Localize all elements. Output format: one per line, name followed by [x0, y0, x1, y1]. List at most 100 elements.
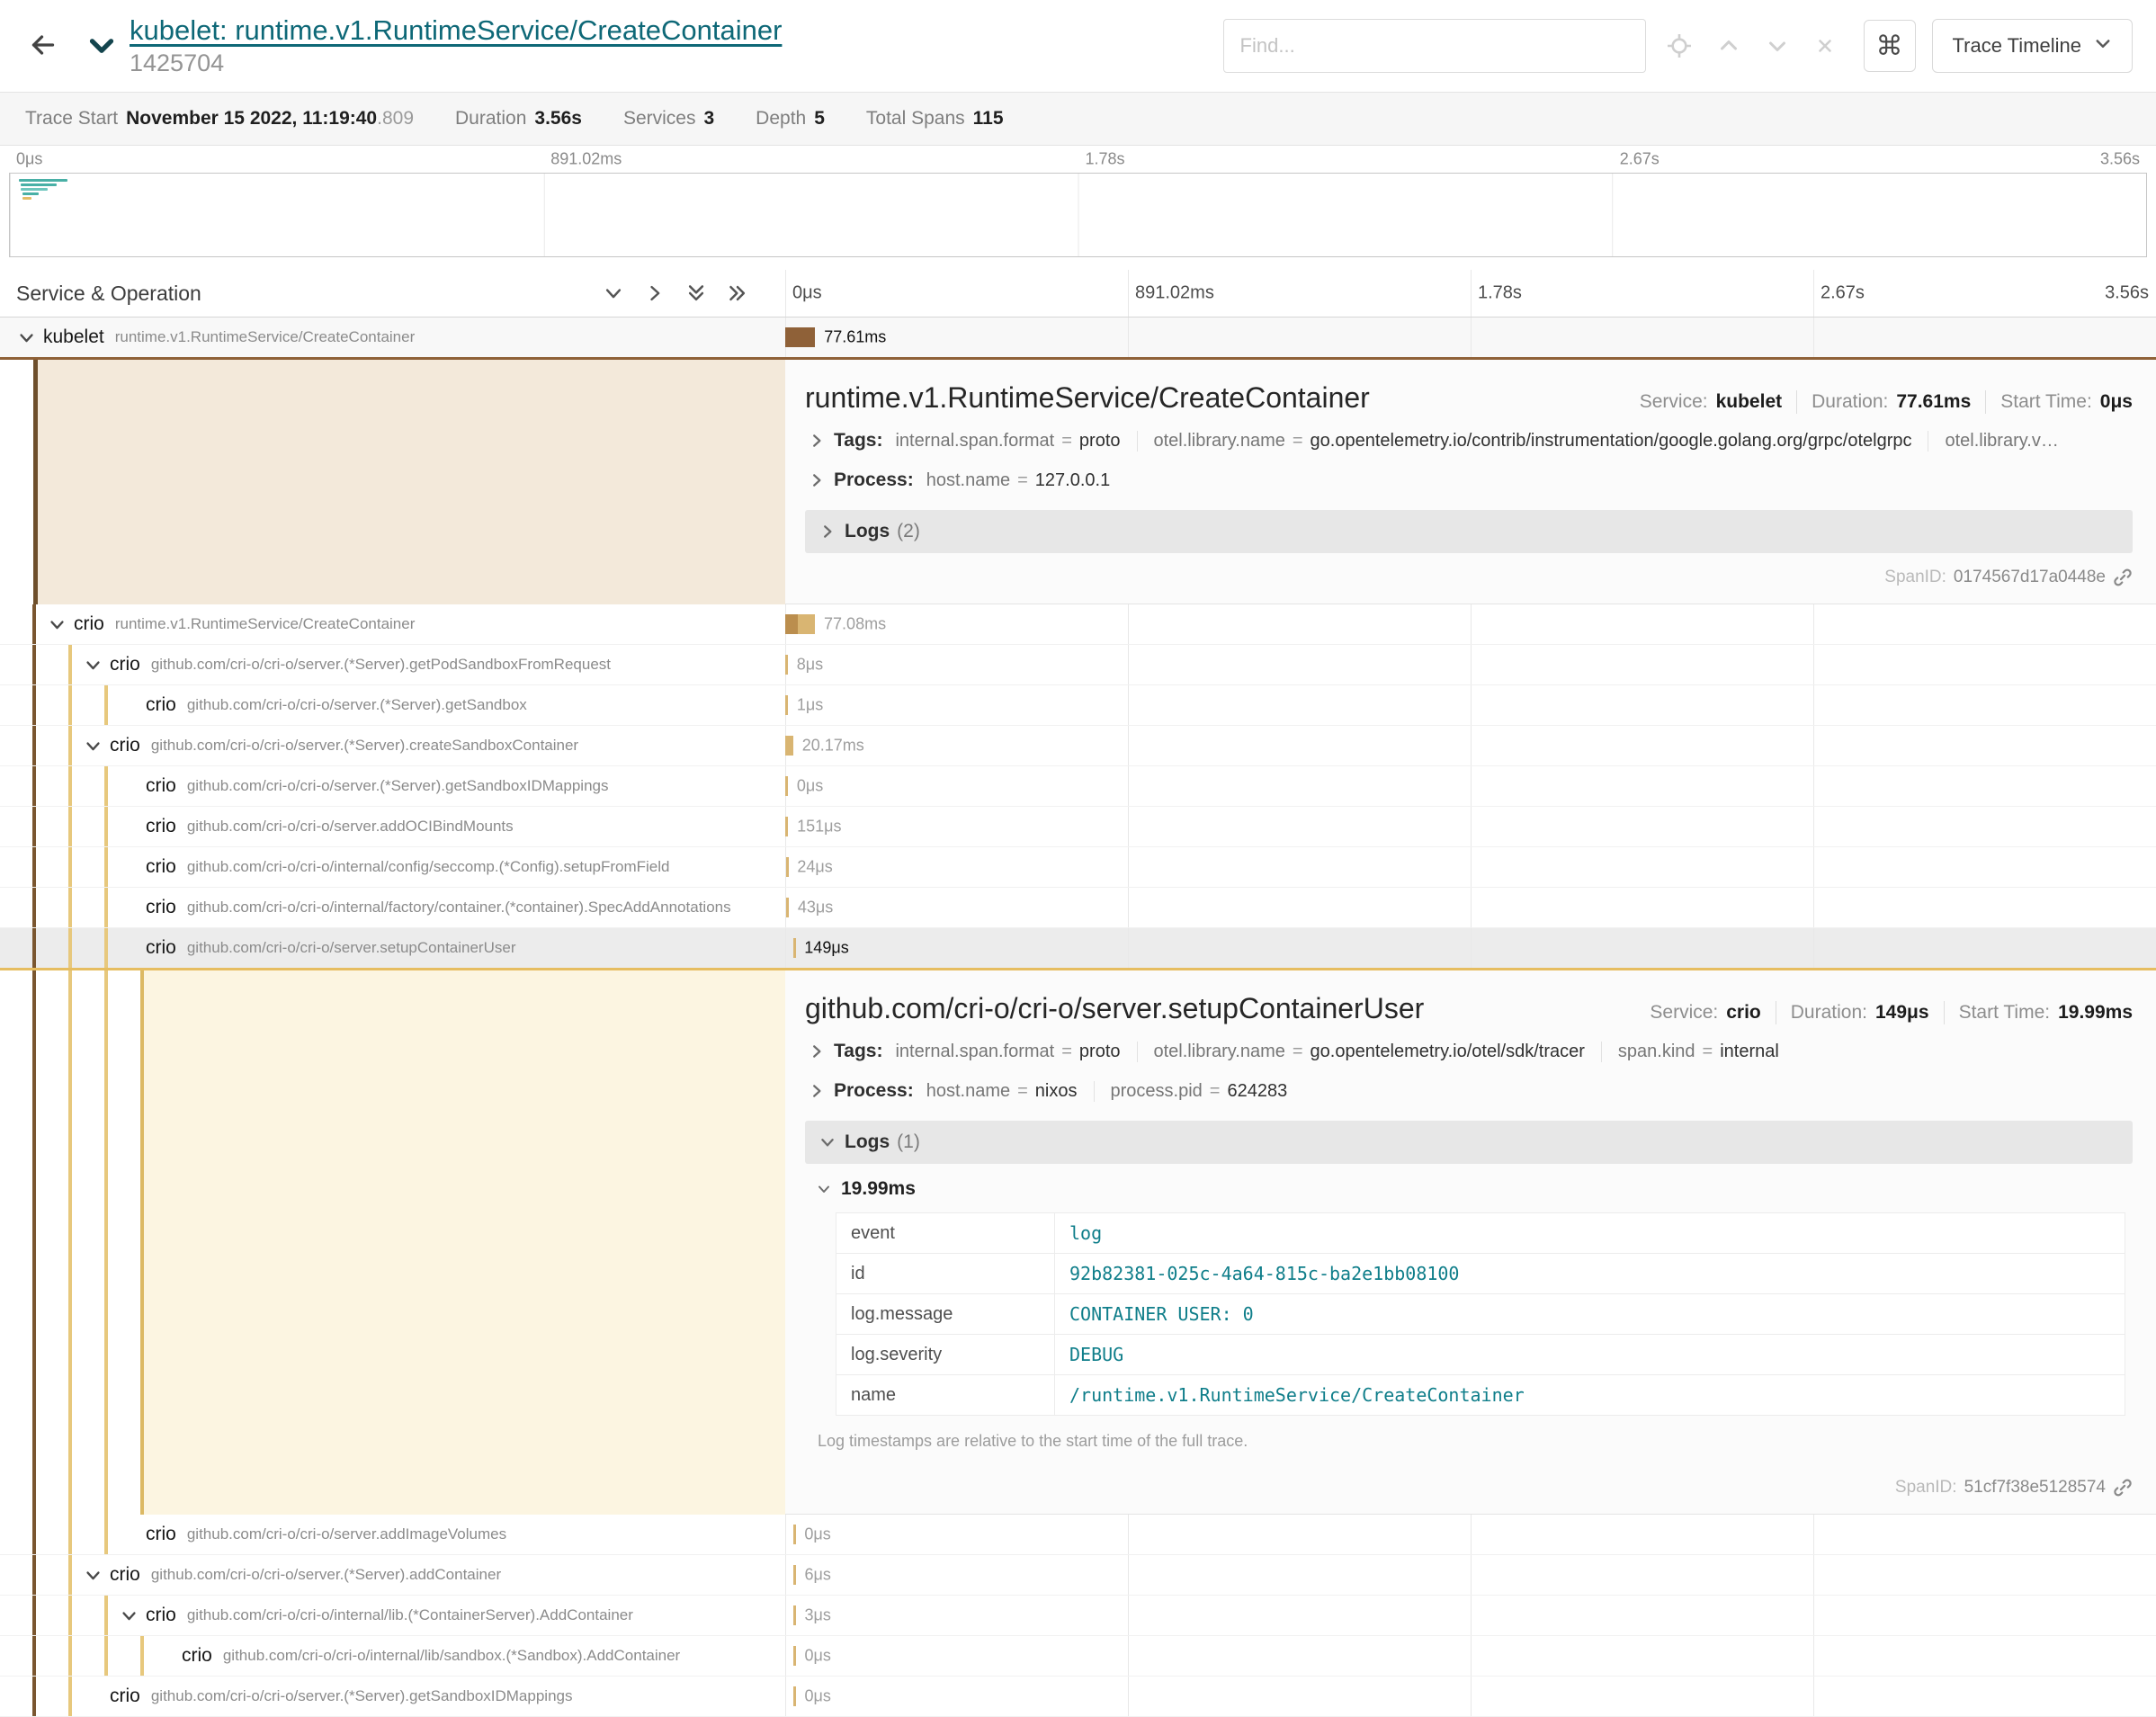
back-button[interactable]	[23, 25, 63, 67]
span-expand-chevron-down-icon[interactable]	[113, 1607, 144, 1624]
spanid-row: SpanID: 0174567d17a0448e	[805, 568, 2133, 587]
detail-start-value: 0μs	[2100, 391, 2133, 413]
span-operation-name: github.com/cri-o/cri-o/server.addOCIBind…	[187, 818, 785, 836]
tag-item: internal.span.format=proto	[895, 1042, 1137, 1062]
expand-one-chevron-right-icon[interactable]	[645, 283, 665, 303]
summary-trace-start: Trace Start November 15 2022, 11:19:40.8…	[25, 108, 414, 130]
indent-guide	[32, 970, 36, 1515]
logs-accordion-expanded[interactable]: Logs (1)	[805, 1121, 2133, 1164]
equals-sign: =	[1210, 1081, 1221, 1102]
tags-accordion[interactable]: Tags: internal.span.format=protootel.lib…	[805, 424, 2133, 458]
span-detail-panel-kubelet: runtime.v1.RuntimeService/CreateContaine…	[785, 360, 2156, 604]
span-rows-group-c: criogithub.com/cri-o/cri-o/server.addIma…	[0, 1515, 2156, 1717]
chevron-down-icon	[2094, 34, 2112, 58]
log-field-key: log.severity	[836, 1335, 1055, 1375]
trace-start-label: Trace Start	[25, 108, 118, 130]
trace-title-link[interactable]: kubelet: runtime.v1.RuntimeService/Creat…	[130, 14, 782, 46]
span-expand-chevron-down-icon[interactable]	[11, 329, 41, 346]
minimap-canvas[interactable]	[9, 173, 2147, 257]
summary-duration: Duration 3.56s	[455, 108, 582, 130]
span-row[interactable]: criogithub.com/cri-o/cri-o/server.(*Serv…	[0, 645, 2156, 685]
span-row[interactable]: criogithub.com/cri-o/cri-o/server.(*Serv…	[0, 1677, 2156, 1717]
span-timeline-cell: 0μs	[785, 1515, 2156, 1554]
span-name-cell: criogithub.com/cri-o/cri-o/server.addIma…	[0, 1515, 785, 1554]
span-row[interactable]: criogithub.com/cri-o/cri-o/server.(*Serv…	[0, 726, 2156, 766]
prev-result-chevron-up-icon[interactable]	[1718, 35, 1740, 57]
span-row[interactable]: crioruntime.v1.RuntimeService/CreateCont…	[0, 604, 2156, 645]
indent-guide	[104, 685, 108, 725]
span-row[interactable]: criogithub.com/cri-o/cri-o/internal/lib.…	[0, 1596, 2156, 1636]
span-row[interactable]: kubeletruntime.v1.RuntimeService/CreateC…	[0, 317, 2156, 360]
tag-value: go.opentelemetry.io/otel/sdk/tracer	[1311, 1042, 1585, 1062]
span-row[interactable]: criogithub.com/cri-o/cri-o/internal/fact…	[0, 888, 2156, 928]
trace-view-selector-button[interactable]: Trace Timeline	[1932, 19, 2133, 73]
focus-crosshair-icon[interactable]	[1668, 34, 1691, 58]
indent-guide	[68, 1515, 72, 1554]
span-expand-chevron-down-icon[interactable]	[77, 738, 108, 755]
detail-meta: Service:kubelet Duration:77.61ms Start T…	[1613, 390, 2133, 414]
service-operation-header-cell: Service & Operation	[0, 270, 785, 317]
span-row[interactable]: criogithub.com/cri-o/cri-o/server.(*Serv…	[0, 766, 2156, 807]
span-detail-row-setupcontaineruser: github.com/cri-o/cri-o/server.setupConta…	[0, 970, 2156, 1515]
span-rows-group-a: kubeletruntime.v1.RuntimeService/CreateC…	[0, 317, 2156, 360]
next-result-chevron-down-icon[interactable]	[1767, 35, 1788, 57]
span-row[interactable]: criogithub.com/cri-o/cri-o/server.addIma…	[0, 1515, 2156, 1555]
span-name-cell: criogithub.com/cri-o/cri-o/server.addOCI…	[0, 807, 785, 846]
expand-all-double-chevron-right-icon[interactable]	[728, 283, 747, 303]
span-expand-chevron-down-icon[interactable]	[77, 1567, 108, 1584]
span-service-name: crio	[146, 937, 176, 959]
span-duration-label: 0μs	[805, 1687, 831, 1706]
span-operation-name: runtime.v1.RuntimeService/CreateContaine…	[115, 615, 785, 633]
copy-link-icon[interactable]	[2113, 1478, 2133, 1498]
span-service-name: crio	[110, 1686, 140, 1707]
clear-search-x-icon[interactable]	[1815, 36, 1835, 56]
span-name-cell: criogithub.com/cri-o/cri-o/server.(*Serv…	[0, 726, 785, 765]
chevron-right-icon	[805, 433, 828, 449]
span-duration-bar	[785, 776, 788, 796]
span-row[interactable]: criogithub.com/cri-o/cri-o/server.setupC…	[0, 928, 2156, 970]
tags-accordion[interactable]: Tags: internal.span.format=protootel.lib…	[805, 1034, 2133, 1069]
indent-guide	[68, 928, 72, 968]
span-timeline-cell: 3μs	[785, 1596, 2156, 1635]
span-row[interactable]: criogithub.com/cri-o/cri-o/server.(*Serv…	[0, 1555, 2156, 1596]
process-accordion[interactable]: Process: host.name=127.0.0.1	[805, 463, 2133, 497]
chevron-down-icon	[816, 1134, 839, 1150]
indent-guide	[32, 685, 36, 725]
span-expand-chevron-down-icon[interactable]	[77, 657, 108, 674]
indent-guide	[32, 726, 36, 765]
span-duration-label: 77.08ms	[824, 615, 886, 634]
span-name-cell: criogithub.com/cri-o/cri-o/server.(*Serv…	[0, 685, 785, 725]
divider	[1796, 390, 1797, 414]
span-duration-bar	[785, 695, 788, 715]
span-operation-name: github.com/cri-o/cri-o/server.(*Server).…	[151, 656, 785, 674]
equals-sign: =	[1017, 470, 1028, 491]
collapse-all-double-chevron-down-icon[interactable]	[686, 283, 706, 303]
span-name-cell: crioruntime.v1.RuntimeService/CreateCont…	[0, 604, 785, 644]
span-name-cell: criogithub.com/cri-o/cri-o/server.(*Serv…	[0, 1677, 785, 1716]
tag-item: internal.span.format=proto	[895, 431, 1137, 452]
tag-value: proto	[1079, 431, 1121, 452]
indent-guide	[32, 1515, 36, 1554]
log-entry-toggle[interactable]: 19.99ms	[812, 1178, 2129, 1200]
timeline-tick: 891.02ms	[1135, 283, 1214, 304]
keyboard-shortcuts-button[interactable]: ⌘	[1864, 20, 1916, 72]
trace-title-block: kubelet: runtime.v1.RuntimeService/Creat…	[130, 15, 782, 77]
indent-guide	[32, 645, 36, 684]
logs-accordion[interactable]: Logs (2)	[805, 510, 2133, 553]
minimap-tick: 891.02ms	[550, 150, 622, 169]
span-timeline-cell: 20.17ms	[785, 726, 2156, 765]
span-name-cell: criogithub.com/cri-o/cri-o/server.(*Serv…	[0, 1555, 785, 1595]
find-input[interactable]	[1223, 19, 1646, 73]
chevron-right-icon	[805, 472, 828, 488]
indent-guide	[68, 645, 72, 684]
span-row[interactable]: criogithub.com/cri-o/cri-o/internal/lib/…	[0, 1636, 2156, 1677]
span-row[interactable]: criogithub.com/cri-o/cri-o/server.addOCI…	[0, 807, 2156, 847]
collapse-one-chevron-down-icon[interactable]	[604, 283, 623, 303]
span-expand-chevron-down-icon[interactable]	[41, 616, 72, 633]
process-accordion[interactable]: Process: host.name=nixosprocess.pid=6242…	[805, 1074, 2133, 1108]
copy-link-icon[interactable]	[2113, 568, 2133, 587]
tag-value: 127.0.0.1	[1035, 470, 1110, 491]
span-row[interactable]: criogithub.com/cri-o/cri-o/internal/conf…	[0, 847, 2156, 888]
span-row[interactable]: criogithub.com/cri-o/cri-o/server.(*Serv…	[0, 685, 2156, 726]
collapse-header-chevron-down-icon[interactable]	[86, 33, 117, 58]
